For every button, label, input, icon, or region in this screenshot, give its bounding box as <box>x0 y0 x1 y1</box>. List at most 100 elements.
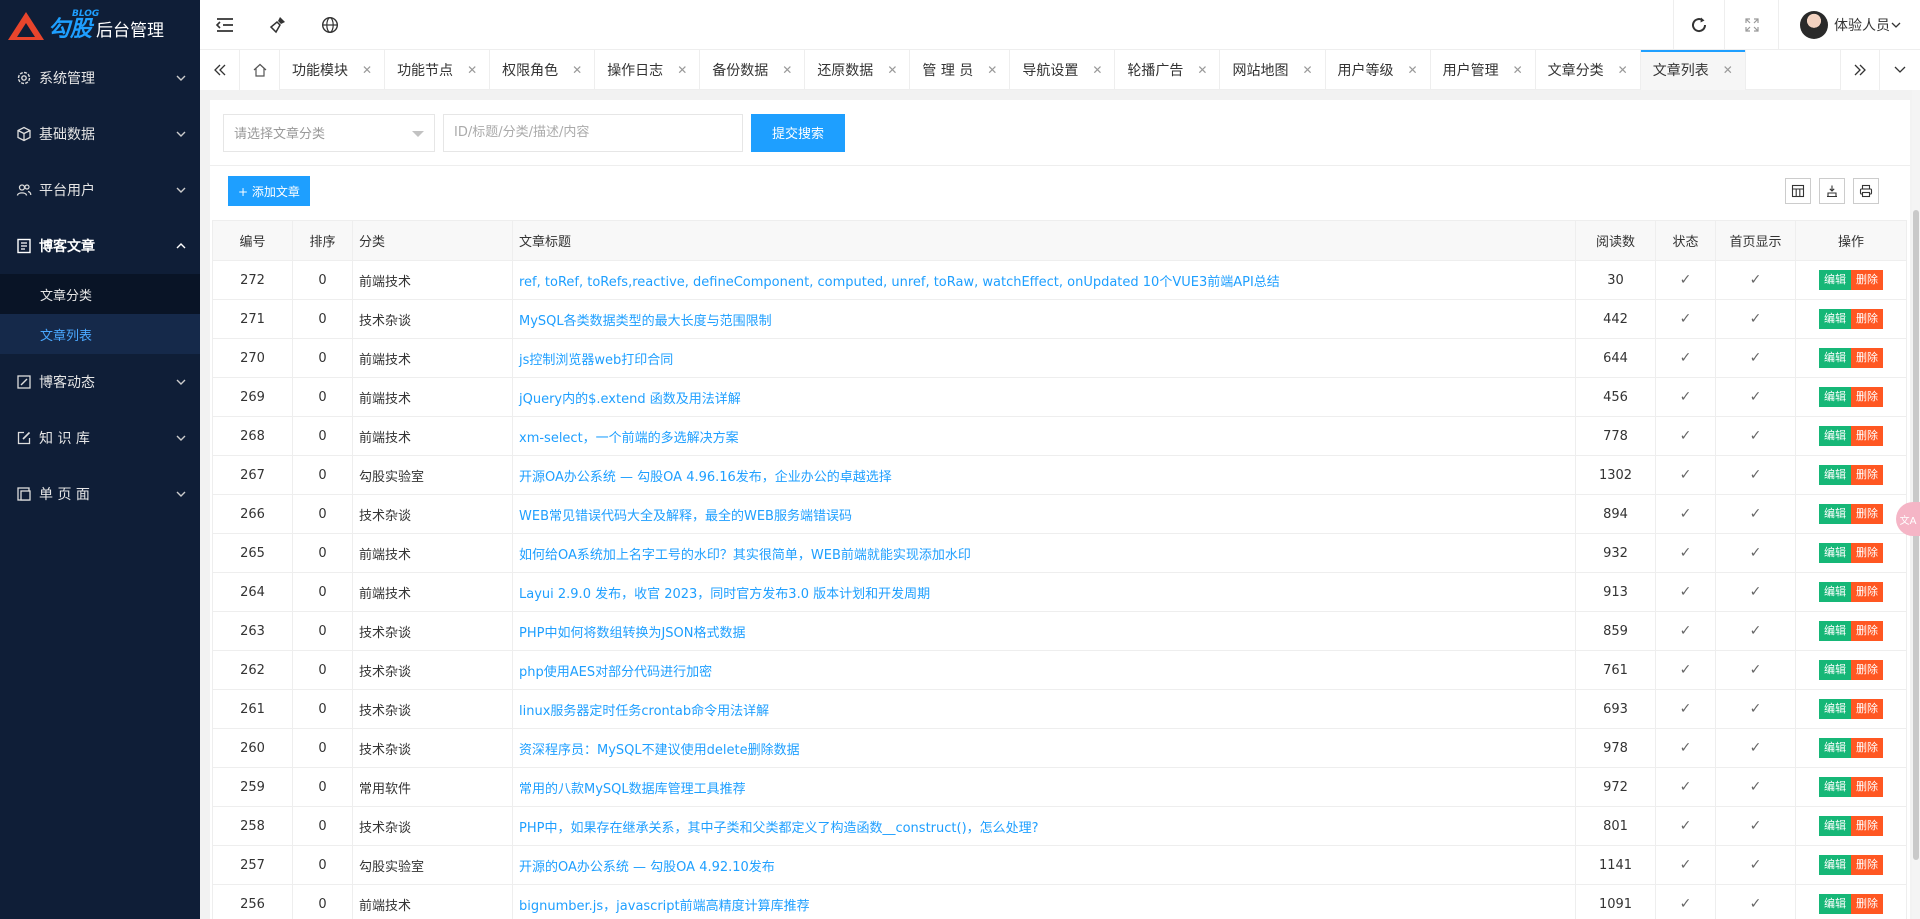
close-icon[interactable]: ✕ <box>987 63 997 77</box>
edit-button[interactable]: 编辑 <box>1819 621 1851 641</box>
tab-function-node[interactable]: 功能节点 ✕ <box>385 50 491 90</box>
tab-function-module[interactable]: 功能模块 ✕ <box>280 50 386 90</box>
check-icon[interactable]: ✓ <box>1680 584 1692 600</box>
check-icon[interactable]: ✓ <box>1750 740 1762 756</box>
delete-button[interactable]: 删除 <box>1851 426 1883 446</box>
article-title-link[interactable]: xm-select，一个前端的多选解决方案 <box>519 431 739 446</box>
delete-button[interactable]: 删除 <box>1851 738 1883 758</box>
article-title-link[interactable]: jQuery内的$.extend 函数及用法详解 <box>519 392 741 407</box>
article-title-link[interactable]: 开源OA办公系统 — 勾股OA 4.96.16发布，企业办公的卓越选择 <box>519 470 892 485</box>
delete-button[interactable]: 删除 <box>1851 582 1883 602</box>
tab-backup-data[interactable]: 备份数据 ✕ <box>700 50 806 90</box>
sidebar-item-blog-articles[interactable]: 博客文章 <box>0 218 200 274</box>
check-icon[interactable]: ✓ <box>1680 311 1692 327</box>
close-icon[interactable]: ✕ <box>887 63 897 77</box>
col-header-reads[interactable]: 阅读数 <box>1575 220 1656 261</box>
close-icon[interactable]: ✕ <box>1408 63 1418 77</box>
edit-button[interactable]: 编辑 <box>1819 777 1851 797</box>
edit-button[interactable]: 编辑 <box>1819 699 1851 719</box>
close-icon[interactable]: ✕ <box>1092 63 1102 77</box>
tab-article-category[interactable]: 文章分类 ✕ <box>1536 50 1641 90</box>
close-icon[interactable]: ✕ <box>1197 63 1207 77</box>
close-icon[interactable]: ✕ <box>467 63 477 77</box>
article-title-link[interactable]: MySQL各类数据类型的最大长度与范围限制 <box>519 314 772 329</box>
fullscreen-icon[interactable] <box>1727 0 1777 50</box>
article-title-link[interactable]: bignumber.js，javascript前端高精度计算库推荐 <box>519 899 810 914</box>
check-icon[interactable]: ✓ <box>1750 545 1762 561</box>
check-icon[interactable]: ✓ <box>1680 857 1692 873</box>
sidebar-item-blog-dynamics[interactable]: 博客动态 <box>0 354 200 410</box>
article-title-link[interactable]: ref, toRef, toRefs,reactive, defineCompo… <box>519 275 1280 290</box>
check-icon[interactable]: ✓ <box>1680 818 1692 834</box>
tab-permission-role[interactable]: 权限角色 ✕ <box>490 50 596 90</box>
refresh-icon[interactable] <box>1674 0 1724 50</box>
article-title-link[interactable]: linux服务器定时任务crontab命令用法详解 <box>519 704 769 719</box>
check-icon[interactable]: ✓ <box>1750 818 1762 834</box>
close-icon[interactable]: ✕ <box>1618 63 1628 77</box>
delete-button[interactable]: 删除 <box>1851 270 1883 290</box>
close-icon[interactable]: ✕ <box>677 63 687 77</box>
tab-restore-data[interactable]: 还原数据 ✕ <box>805 50 911 90</box>
check-icon[interactable]: ✓ <box>1750 311 1762 327</box>
edit-button[interactable]: 编辑 <box>1819 504 1851 524</box>
check-icon[interactable]: ✓ <box>1750 701 1762 717</box>
sidebar-item-basic-data[interactable]: 基础数据 <box>0 106 200 162</box>
check-icon[interactable]: ✓ <box>1680 428 1692 444</box>
article-title-link[interactable]: js控制浏览器web打印合同 <box>519 353 673 368</box>
col-header-sort[interactable]: 排序 <box>292 220 353 261</box>
delete-button[interactable]: 删除 <box>1851 543 1883 563</box>
delete-button[interactable]: 删除 <box>1851 504 1883 524</box>
article-title-link[interactable]: 资深程序员：MySQL不建议使用delete删除数据 <box>519 743 800 758</box>
close-icon[interactable]: ✕ <box>1302 63 1312 77</box>
tabs-scroll-right-icon[interactable] <box>1840 50 1880 90</box>
article-title-link[interactable]: PHP中，如果存在继承关系，其中子类和父类都定义了构造函数__construct… <box>519 821 1039 836</box>
article-title-link[interactable]: 常用的八款MySQL数据库管理工具推荐 <box>519 782 746 797</box>
edit-button[interactable]: 编辑 <box>1819 348 1851 368</box>
check-icon[interactable]: ✓ <box>1750 857 1762 873</box>
delete-button[interactable]: 删除 <box>1851 621 1883 641</box>
sidebar-item-platform-users[interactable]: 平台用户 <box>0 162 200 218</box>
sidebar-item-single-page[interactable]: 单 页 面 <box>0 466 200 522</box>
sidebar-item-knowledge-base[interactable]: 知 识 库 <box>0 410 200 466</box>
category-select[interactable]: 请选择文章分类 <box>223 113 435 152</box>
close-icon[interactable]: ✕ <box>572 63 582 77</box>
delete-button[interactable]: 删除 <box>1851 465 1883 485</box>
tab-user-management[interactable]: 用户管理 ✕ <box>1431 50 1536 90</box>
delete-button[interactable]: 删除 <box>1851 387 1883 407</box>
edit-button[interactable]: 编辑 <box>1819 387 1851 407</box>
check-icon[interactable]: ✓ <box>1680 896 1692 912</box>
col-header-title[interactable]: 文章标题 <box>512 220 1576 261</box>
keyword-search-input[interactable] <box>443 113 743 152</box>
check-icon[interactable]: ✓ <box>1750 389 1762 405</box>
check-icon[interactable]: ✓ <box>1680 545 1692 561</box>
check-icon[interactable]: ✓ <box>1680 389 1692 405</box>
check-icon[interactable]: ✓ <box>1750 428 1762 444</box>
tab-admin[interactable]: 管 理 员 ✕ <box>910 50 1011 90</box>
article-title-link[interactable]: 开源的OA办公系统 — 勾股OA 4.92.10发布 <box>519 860 775 875</box>
article-title-link[interactable]: 如何给OA系统加上名字工号的水印？其实很简单，WEB前端就能实现添加水印 <box>519 548 971 563</box>
check-icon[interactable]: ✓ <box>1680 623 1692 639</box>
export-icon[interactable] <box>1819 178 1845 204</box>
clear-cache-brush-icon[interactable] <box>253 0 303 50</box>
user-menu[interactable]: 体验人员 <box>1800 0 1902 50</box>
check-icon[interactable]: ✓ <box>1750 662 1762 678</box>
edit-button[interactable]: 编辑 <box>1819 855 1851 875</box>
tab-sitemap[interactable]: 网站地图 ✕ <box>1220 50 1326 90</box>
check-icon[interactable]: ✓ <box>1750 779 1762 795</box>
delete-button[interactable]: 删除 <box>1851 699 1883 719</box>
delete-button[interactable]: 删除 <box>1851 816 1883 836</box>
article-title-link[interactable]: WEB常见错误代码大全及解释，最全的WEB服务端错误码 <box>519 509 852 524</box>
tabs-scroll-left-icon[interactable] <box>200 50 240 90</box>
col-header-homepage[interactable]: 首页显示 <box>1715 220 1796 261</box>
logo[interactable]: BLOG 勾股 后台管理 <box>0 0 200 50</box>
check-icon[interactable]: ✓ <box>1680 779 1692 795</box>
sidebar-subitem-article-category[interactable]: 文章分类 <box>0 274 200 314</box>
edit-button[interactable]: 编辑 <box>1819 582 1851 602</box>
close-icon[interactable]: ✕ <box>362 63 372 77</box>
edit-button[interactable]: 编辑 <box>1819 426 1851 446</box>
tab-nav-settings[interactable]: 导航设置 ✕ <box>1010 50 1116 90</box>
col-header-category[interactable]: 分类 <box>352 220 513 261</box>
article-title-link[interactable]: Layui 2.9.0 发布，收官 2023，同时官方发布3.0 版本计划和开发… <box>519 587 930 602</box>
close-icon[interactable]: ✕ <box>1513 63 1523 77</box>
edit-button[interactable]: 编辑 <box>1819 738 1851 758</box>
